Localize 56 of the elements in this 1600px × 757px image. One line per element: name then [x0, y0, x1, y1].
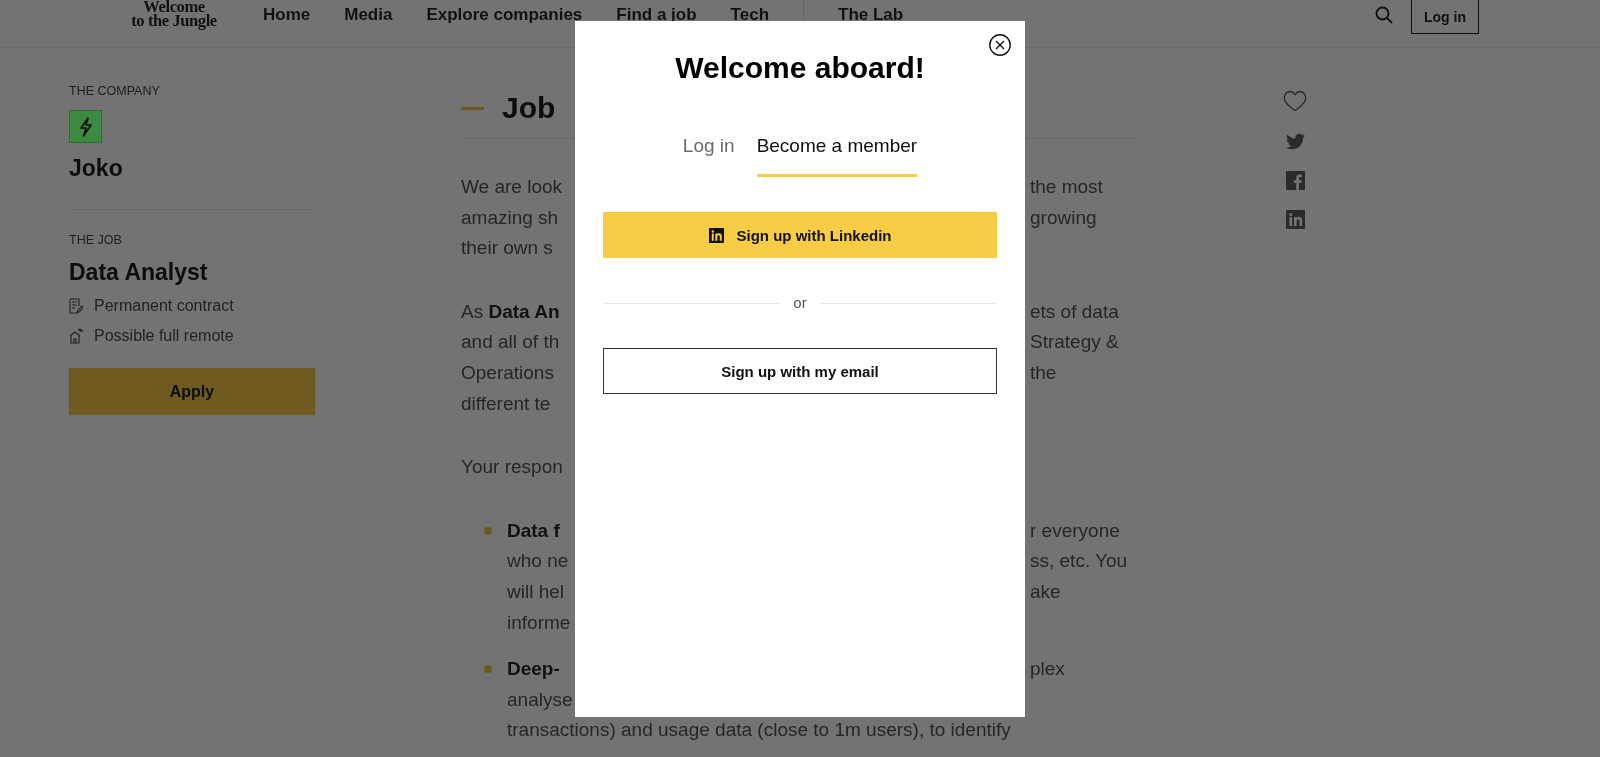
body-text: growing [1030, 205, 1097, 230]
body-text: Data f [507, 518, 560, 543]
login-button[interactable]: Log in [1411, 0, 1479, 34]
apply-button[interactable]: Apply [69, 368, 315, 416]
body-text: will hel [507, 579, 565, 604]
nav-link[interactable]: Home [263, 0, 311, 30]
tab[interactable]: Become a member [756, 134, 918, 177]
document-pencil-icon [69, 298, 83, 315]
body-text: plex [1030, 657, 1065, 682]
body-text: their own s [461, 236, 553, 261]
lightning-bolt-icon [69, 110, 102, 143]
bullet-icon [484, 527, 492, 536]
body-text: ss, etc. You [1030, 549, 1128, 574]
body-text: Operations [461, 360, 554, 385]
nav-link[interactable]: Media [344, 0, 393, 30]
bullet-icon [484, 665, 492, 674]
body-text: We are look [461, 175, 563, 199]
body-text: r everyone [1030, 518, 1120, 543]
body-text: and all of th [461, 330, 560, 355]
body-text: amazing sh [461, 205, 559, 230]
job-detail: Possible full remote [94, 326, 234, 347]
body-text: informe [507, 610, 571, 635]
twitter-icon[interactable] [1285, 132, 1305, 151]
linkedin-icon[interactable] [1285, 210, 1305, 229]
heart-icon[interactable] [1283, 90, 1307, 112]
body-text: analyse [507, 687, 573, 712]
linkedin-icon [708, 227, 724, 243]
email-signup-button[interactable]: Sign up with my email [603, 348, 997, 394]
section-label: THE JOB [69, 231, 123, 248]
linkedin-signup-button[interactable]: Sign up with Linkedin [603, 212, 997, 258]
body-text: Strategy & [1030, 330, 1119, 355]
company-name: Joko [69, 154, 124, 183]
heading-dash-icon [461, 106, 484, 110]
facebook-icon[interactable] [1285, 171, 1305, 190]
tab[interactable]: Log in [682, 134, 735, 177]
body-text: the [1030, 360, 1057, 385]
nav-link[interactable]: Explore companies [426, 0, 583, 30]
search-icon[interactable] [1375, 6, 1393, 24]
modal-title: Welcome aboard! [674, 50, 926, 86]
section-label: THE COMPANY [69, 82, 161, 99]
site-logo[interactable]: Welcome to the Jungle [128, 0, 220, 28]
divider-text: or [793, 293, 807, 313]
body-text: who ne [507, 549, 569, 574]
house-wifi-icon [69, 328, 83, 345]
job-detail: Permanent contract [94, 296, 234, 317]
body-text: ake [1030, 579, 1061, 604]
body-text: transactions) and usage data (close to 1m users), to identify [507, 718, 1011, 743]
body-text: different te [461, 391, 551, 416]
body-text: ets of data [1030, 299, 1119, 324]
close-icon[interactable] [989, 34, 1011, 56]
body-text: Your respon [461, 455, 563, 480]
body-text: As Data An [461, 299, 560, 324]
section-heading: Job [502, 90, 556, 126]
job-title: Data Analyst [69, 258, 209, 288]
body-text: Deep- [507, 657, 560, 682]
body-text: the most [1030, 175, 1103, 199]
